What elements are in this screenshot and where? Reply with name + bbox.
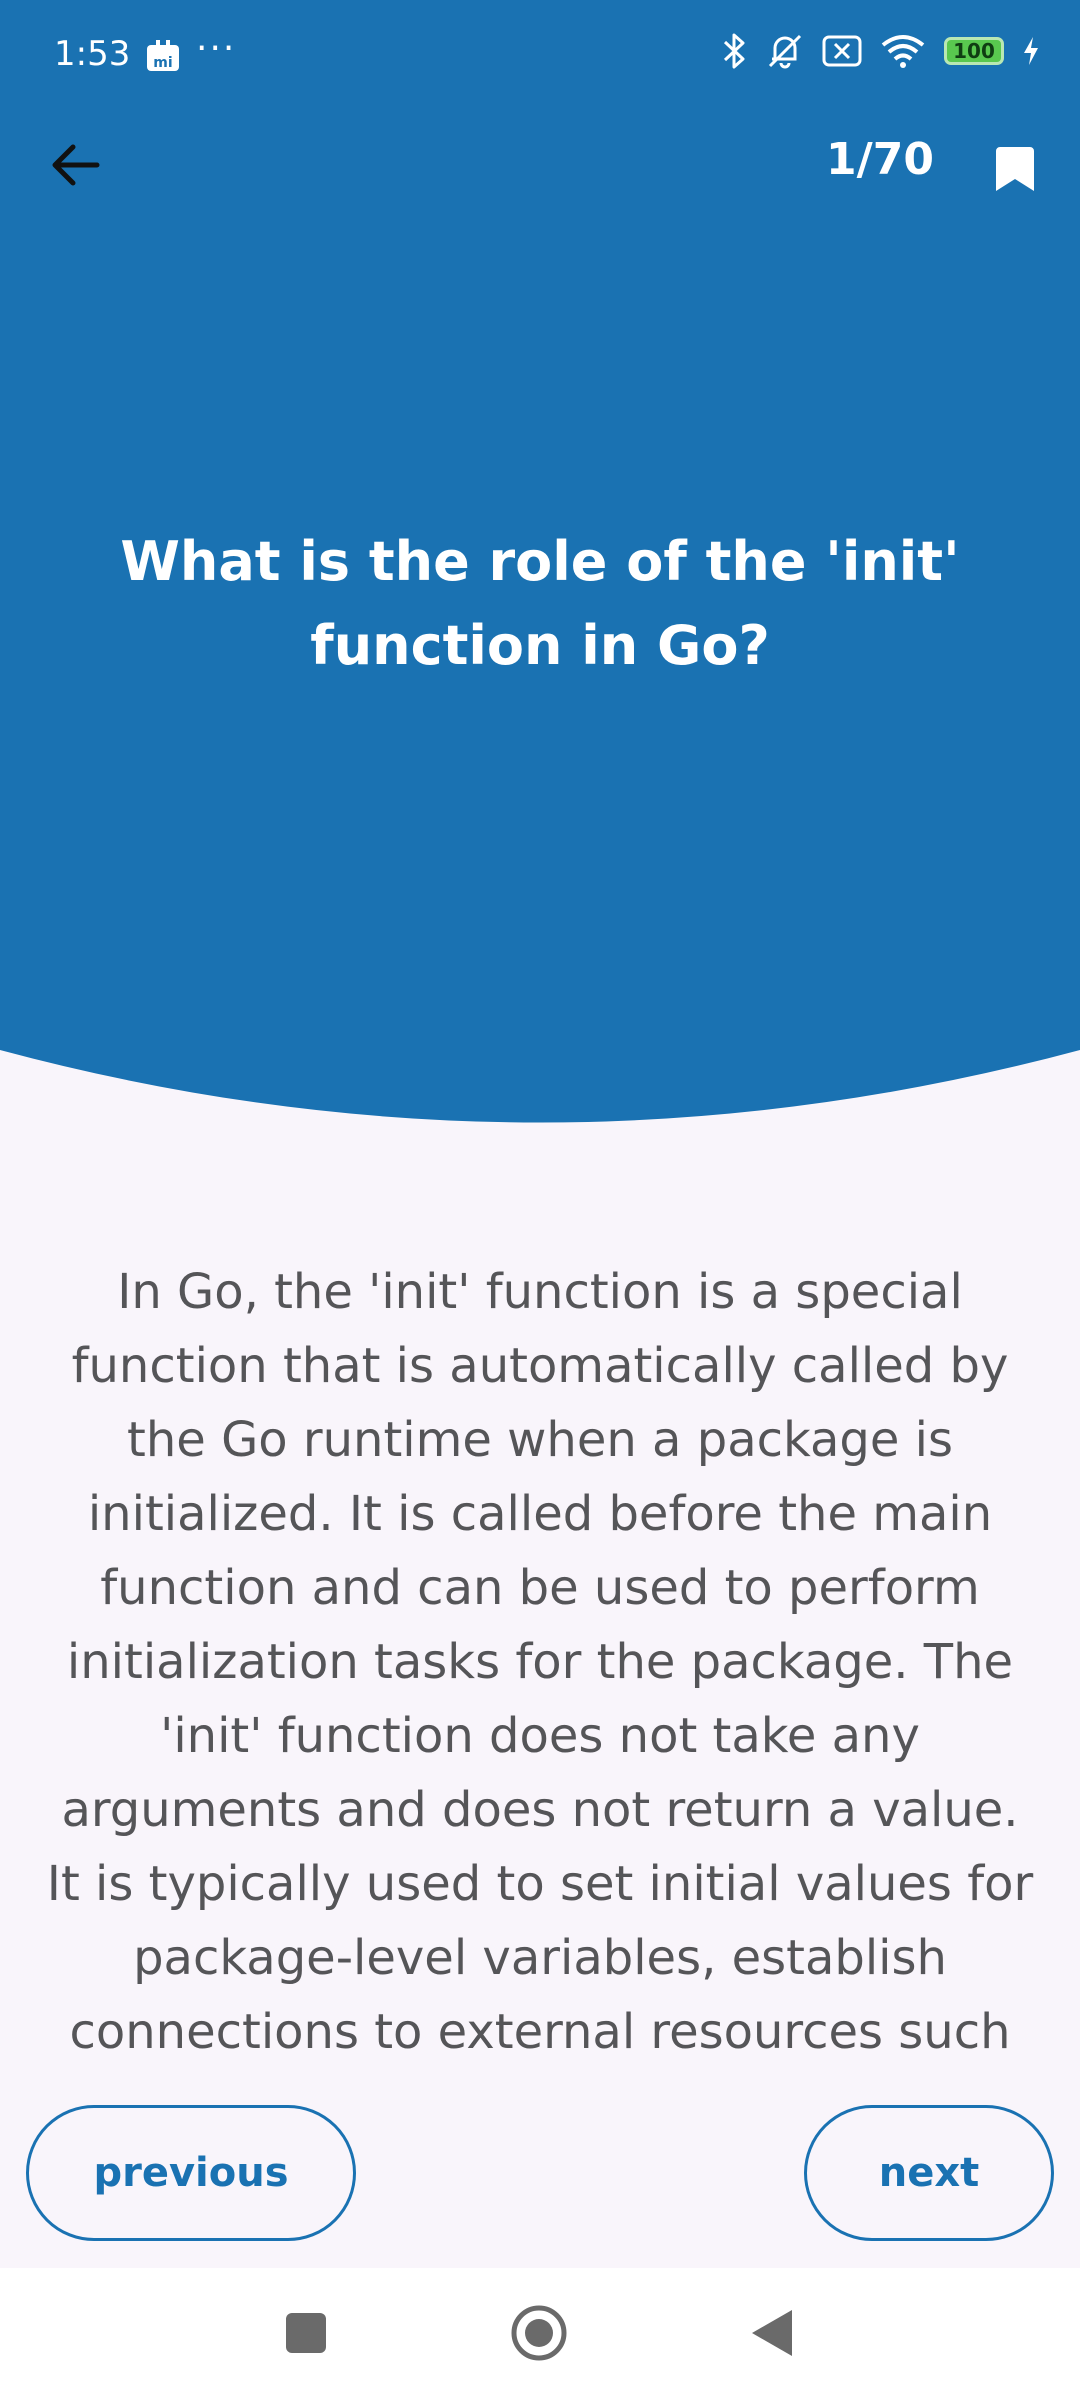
wifi-icon (880, 33, 926, 69)
sim-x-icon (822, 34, 862, 68)
bluetooth-icon (722, 32, 748, 70)
status-bar: 1:53 mi ··· 100 (0, 0, 1080, 110)
system-nav-bar (0, 2268, 1080, 2400)
recents-icon[interactable] (286, 2313, 326, 2353)
status-time: 1:53 (54, 34, 131, 74)
answer-text: In Go, the 'init' function is a special … (46, 1264, 1034, 2055)
mi-app-icon: mi (146, 40, 180, 72)
back-icon[interactable] (750, 2308, 794, 2358)
battery-icon: 100 (944, 37, 1004, 65)
back-button[interactable] (40, 130, 110, 200)
bell-off-icon (766, 32, 804, 70)
status-overflow: ··· (196, 28, 237, 69)
battery-level: 100 (953, 39, 995, 63)
bookmark-icon (996, 147, 1034, 191)
next-button[interactable]: next (804, 2105, 1054, 2241)
home-icon[interactable] (510, 2304, 568, 2362)
question-counter: 1/70 (826, 134, 934, 185)
top-app-bar: 1/70 (0, 110, 1080, 220)
svg-text:mi: mi (153, 55, 172, 71)
previous-button[interactable]: previous (26, 2105, 356, 2241)
answer-scroll-area[interactable]: In Go, the 'init' function is a special … (40, 1255, 1040, 2055)
charging-icon (1022, 36, 1040, 66)
arrow-left-icon (52, 144, 100, 186)
question-text: What is the role of the 'init' function … (120, 530, 960, 677)
bookmark-button[interactable] (980, 134, 1050, 204)
